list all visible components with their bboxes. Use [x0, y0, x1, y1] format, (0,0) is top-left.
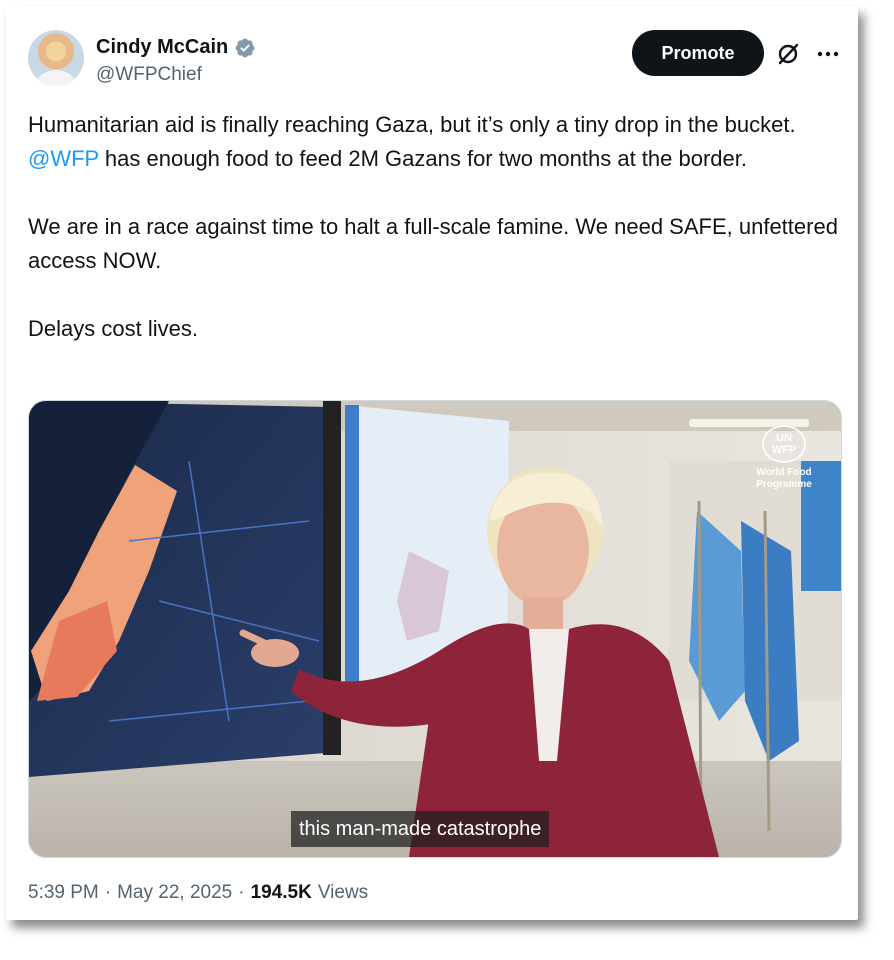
wfp-logo: UN WFP World Food Programme	[749, 425, 819, 491]
promote-button[interactable]: Promote	[632, 30, 764, 76]
video-media[interactable]: UN WFP World Food Programme this man-mad…	[28, 400, 842, 858]
author-handle[interactable]: @WFPChief	[96, 64, 202, 86]
tweet-paragraph-2: We are in a race against time to halt a …	[28, 214, 838, 273]
wfp-logo-text: World Food Programme	[756, 467, 812, 490]
tweet-date[interactable]: May 22, 2025	[117, 882, 232, 904]
views-count: 194.5K	[250, 882, 312, 903]
more-dots-icon[interactable]	[814, 40, 842, 68]
tweet-text: Humanitarian aid is finally reaching Gaz…	[28, 108, 838, 346]
meta-separator: ·	[238, 882, 245, 903]
grok-slash-icon[interactable]	[774, 40, 802, 68]
verified-badge-icon[interactable]	[234, 37, 256, 59]
views-label: Views	[317, 882, 369, 903]
avatar[interactable]	[28, 30, 84, 86]
wfp-emblem-icon: UN WFP	[762, 425, 806, 463]
mention-link[interactable]: @WFP	[28, 146, 99, 171]
tweet-paragraph-3: Delays cost lives.	[28, 316, 198, 341]
avatar-shoulders	[36, 70, 76, 86]
meta-separator: ·	[104, 882, 112, 903]
tweet-paragraph-1: Humanitarian aid is finally reaching Gaz…	[28, 108, 838, 176]
author-display-name[interactable]: Cindy McCain	[96, 36, 228, 59]
tweet-text-part: Humanitarian aid is finally reaching Gaz…	[28, 112, 796, 137]
author-name-row: Cindy McCain	[96, 36, 256, 59]
tweet-card: Cindy McCain @WFPChief Promote Humanitar…	[6, 6, 858, 920]
tweet-time[interactable]: 5:39 PM	[28, 882, 99, 904]
tweet-meta: 5:39 PM · May 22, 2025 · 194.5K Views	[28, 882, 368, 904]
tweet-text-part: has enough food to feed 2M Gazans for tw…	[98, 146, 747, 171]
video-frame	[29, 401, 841, 857]
video-subtitle: this man-made catastrophe	[291, 811, 550, 847]
